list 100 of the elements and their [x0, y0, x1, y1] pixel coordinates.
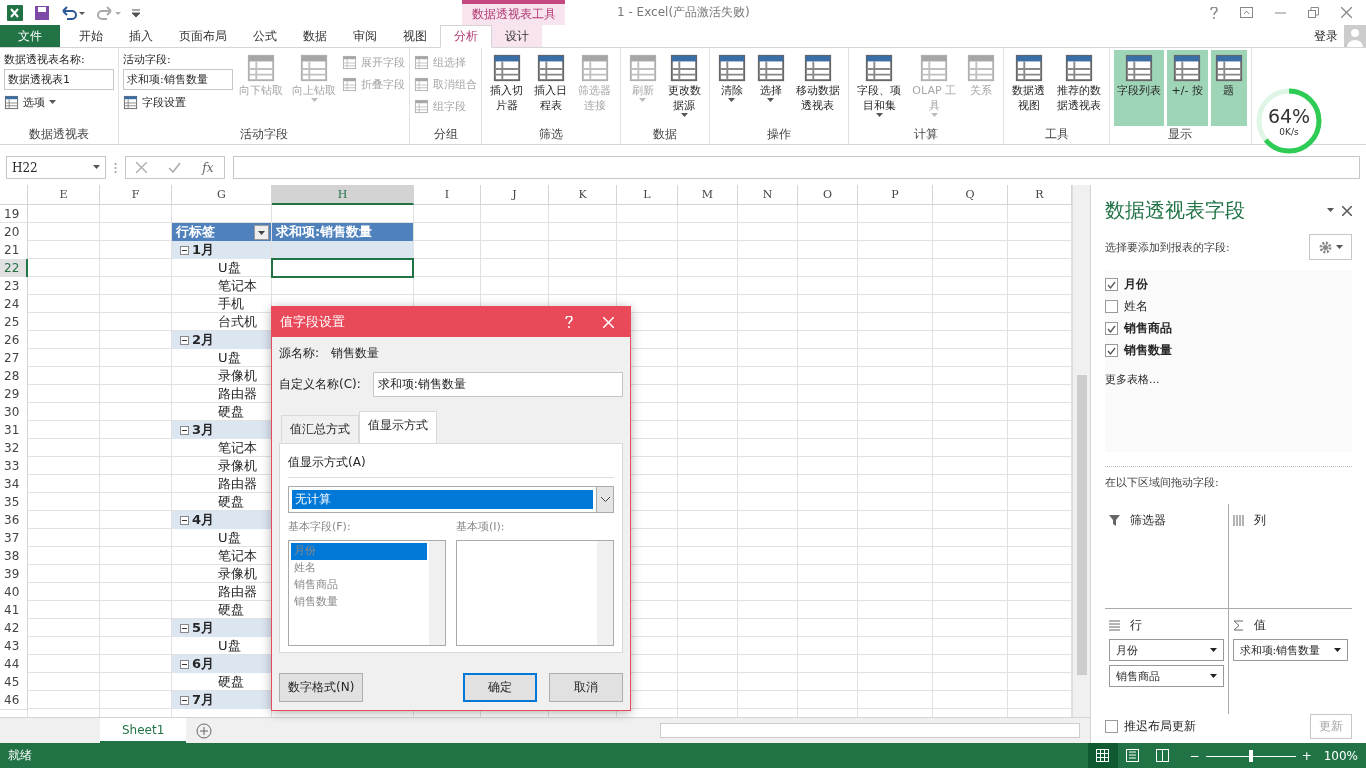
help-icon[interactable] [1210, 6, 1218, 19]
dialog-tab[interactable]: 值汇总方式 [281, 415, 359, 443]
ribbon-button[interactable]: 插入切片器 [486, 50, 528, 126]
dialog-button[interactable]: 确定 [463, 673, 537, 702]
ribbon-tab[interactable]: 公式 [240, 25, 290, 47]
restore-icon[interactable] [1308, 7, 1319, 18]
insert-function-button[interactable]: fx [202, 160, 214, 175]
ribbon-button[interactable]: 字段列表 [1113, 50, 1164, 126]
row-number[interactable]: 46 [0, 691, 28, 710]
zoom-out-button[interactable]: − [1189, 748, 1200, 763]
checkbox[interactable] [1105, 322, 1118, 335]
collapse-icon[interactable] [180, 695, 189, 705]
column-header[interactable]: M [678, 185, 738, 205]
close-icon[interactable] [1341, 7, 1352, 18]
column-header[interactable]: E [28, 185, 100, 205]
column-header[interactable]: O [798, 185, 858, 205]
ribbon-button[interactable]: 字段设置 [123, 92, 233, 112]
list-scrollbar[interactable] [429, 541, 445, 645]
ribbon-display-icon[interactable] [1240, 7, 1253, 18]
list-item[interactable]: 姓名 [291, 560, 427, 577]
ribbon-button[interactable]: 选项 [4, 92, 114, 112]
more-tables-link[interactable]: 更多表格... [1105, 372, 1352, 387]
vertical-scrollbar[interactable] [1072, 185, 1090, 717]
base-item-list[interactable] [456, 540, 614, 646]
ribbon-button[interactable]: 推荐的数据透视表 [1052, 50, 1105, 126]
zoom-thumb[interactable] [1248, 749, 1253, 762]
ribbon-tab[interactable]: 开始 [66, 25, 116, 47]
ribbon-button[interactable]: +/- 按 [1166, 50, 1208, 126]
show-as-dropdown[interactable]: 无计算 [288, 486, 614, 513]
cancel-icon[interactable] [136, 162, 148, 173]
ribbon-button[interactable]: 字段、项目和集 [852, 50, 906, 126]
list-item[interactable]: 销售商品 [291, 577, 427, 594]
customize-icon[interactable] [132, 7, 140, 18]
check-icon[interactable] [168, 162, 182, 173]
base-field-list[interactable]: 月份 姓名 销售商品 销售数量 [288, 540, 446, 646]
ribbon-tab[interactable]: 插入 [116, 25, 166, 47]
column-header[interactable]: R [1008, 185, 1072, 205]
checkbox[interactable] [1105, 720, 1118, 733]
column-header[interactable]: Q [933, 185, 1008, 205]
column-header[interactable]: I [414, 185, 481, 205]
column-header[interactable]: J [481, 185, 549, 205]
column-header[interactable]: P [858, 185, 933, 205]
dialog-tab[interactable]: 值显示方式 [359, 411, 437, 443]
dialog-button[interactable]: 数字格式(N) [279, 673, 364, 702]
ribbon-button[interactable]: 选择 [752, 50, 789, 126]
ribbon-button[interactable]: 更改数据源 [663, 50, 705, 126]
ribbon-button[interactable]: 清除 [713, 50, 750, 126]
settings-button[interactable] [1309, 234, 1352, 260]
name-box[interactable]: H22 [6, 156, 106, 179]
collapse-icon[interactable] [180, 515, 189, 525]
ribbon-tab[interactable]: 数据 [290, 25, 340, 47]
checkbox[interactable] [1105, 278, 1118, 291]
formula-input[interactable] [233, 156, 1360, 179]
zoom-in-button[interactable]: + [1301, 748, 1312, 763]
column-header[interactable]: G [172, 185, 272, 205]
ribbon-tab[interactable]: 设计 [492, 25, 542, 47]
field-item[interactable]: 姓名 [1105, 298, 1352, 315]
collapse-icon[interactable] [180, 659, 189, 669]
ribbon-tab[interactable]: 分析 [440, 25, 492, 48]
defer-update-checkbox[interactable]: 推迟布局更新 [1105, 718, 1196, 735]
ribbon-button[interactable]: 移动数据透视表 [791, 50, 844, 126]
ribbon-button[interactable]: 插入日程表 [530, 50, 572, 126]
zoom-level[interactable]: 100% [1323, 748, 1358, 763]
sign-in-link[interactable]: 登录 [1314, 27, 1338, 45]
area-field[interactable]: 销售商品 [1109, 665, 1224, 687]
view-button[interactable] [1087, 743, 1118, 768]
column-header[interactable]: L [617, 185, 678, 205]
collapse-icon[interactable] [180, 335, 189, 345]
field-item[interactable]: 销售数量 [1105, 342, 1352, 359]
column-header[interactable]: F [100, 185, 172, 205]
ribbon-button[interactable]: 数据透视图 [1008, 50, 1050, 126]
field-item[interactable]: 月份 [1105, 276, 1352, 293]
custom-name-field[interactable]: 求和项:销售数量 [372, 372, 623, 397]
list-scrollbar[interactable] [597, 541, 613, 645]
field-item[interactable]: 销售商品 [1105, 320, 1352, 337]
dialog-button[interactable]: 取消 [549, 673, 623, 702]
text-field[interactable]: 数据透视表1 [4, 69, 114, 90]
list-item[interactable]: 销售数量 [291, 594, 427, 611]
area-field[interactable]: 求和项:销售数量 [1232, 639, 1348, 661]
ribbon-tab[interactable]: 审阅 [340, 25, 390, 47]
sheet-tab[interactable]: Sheet1 [100, 718, 187, 743]
scroll-thumb[interactable] [1076, 375, 1087, 675]
collapse-icon[interactable] [180, 623, 189, 633]
checkbox[interactable] [1105, 344, 1118, 357]
column-header[interactable]: H [272, 185, 414, 205]
filter-dropdown-icon[interactable] [254, 224, 269, 240]
text-field[interactable]: 求和项:销售数量 [123, 69, 233, 90]
ribbon-button[interactable]: 题 [1210, 50, 1247, 126]
ribbon-tab[interactable]: 视图 [390, 25, 440, 47]
save-icon[interactable] [34, 4, 50, 21]
undo-icon[interactable] [60, 4, 86, 21]
horizontal-scrollbar[interactable] [660, 723, 1080, 738]
column-header[interactable]: K [549, 185, 617, 205]
area-field[interactable]: 月份 [1109, 639, 1224, 661]
column-header[interactable]: N [738, 185, 798, 205]
close-icon[interactable] [1342, 205, 1352, 216]
active-cell[interactable] [271, 258, 414, 278]
collapse-icon[interactable] [180, 245, 189, 255]
ribbon-tab[interactable]: 页面布局 [166, 25, 240, 47]
ribbon-tab[interactable]: 文件 [0, 25, 60, 47]
